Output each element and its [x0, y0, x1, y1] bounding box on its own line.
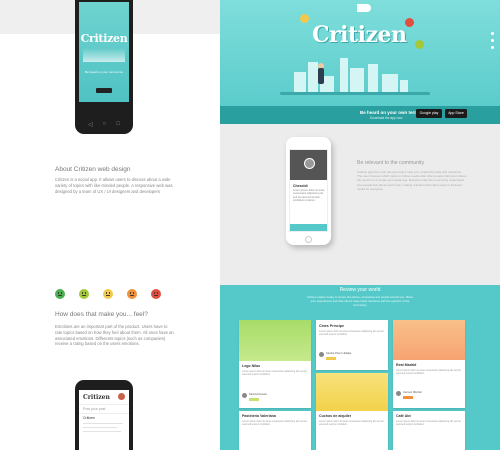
city-illustration — [83, 48, 125, 62]
building — [350, 68, 364, 94]
card-text: Lorem ipsum dolor sit amet consectetur a… — [319, 330, 384, 337]
text-line — [83, 431, 121, 432]
hero-logo: Critizen — [312, 22, 407, 48]
avatar — [242, 393, 247, 398]
balloon-icon — [415, 40, 424, 49]
card-text: Lorem ipsum dolor sit amet consectetur a… — [396, 369, 461, 376]
person-illustration — [318, 68, 324, 84]
slide-dot[interactable] — [491, 46, 494, 49]
iphone-mockup: Chezoldi Lorem ipsum dolor sit amet, con… — [286, 137, 331, 245]
profile-name: Chezoldi — [293, 184, 308, 188]
emotion-tag — [326, 357, 336, 360]
left-column: Critizen Be heard on your own terms ◁ ○ … — [0, 0, 220, 450]
review-card[interactable]: Real Madrid Lorem ipsum dolor sit amet c… — [393, 320, 465, 408]
slide-dot[interactable] — [491, 32, 494, 35]
card-title: Café Abt — [396, 414, 411, 418]
card-title: Pastelería Valeriana — [242, 414, 276, 418]
divider — [79, 413, 129, 414]
angry-face-icon — [151, 289, 161, 299]
city-skyline — [290, 56, 410, 94]
relevant-text: Critizen gets the most relevant topics n… — [357, 170, 467, 191]
card-title: Cines Príncipe — [319, 324, 344, 328]
app-logo: Critizen — [83, 394, 110, 401]
hero-section: Critizen Be heard on your own terms Down… — [220, 0, 500, 124]
card-image — [393, 320, 465, 360]
avatar[interactable] — [118, 393, 125, 400]
google-play-button[interactable]: Google play — [416, 109, 442, 118]
avatar — [319, 352, 324, 357]
building — [340, 58, 348, 94]
home-button-icon — [305, 236, 312, 243]
card-user: Sandra Pérez Hidalgo — [326, 352, 352, 355]
profile-text: Lorem ipsum dolor sit amet, consectetur … — [293, 189, 326, 202]
ground-line — [280, 92, 430, 95]
right-column: Critizen Be heard on your own terms Down… — [220, 0, 500, 450]
neutral-face-icon — [103, 289, 113, 299]
bottom-bar — [290, 224, 327, 231]
tagline: Be heard on your own terms — [85, 70, 123, 74]
field-label: Critizen — [83, 416, 95, 420]
back-icon[interactable]: ◁ — [88, 121, 93, 128]
avatar — [304, 158, 315, 169]
building — [382, 74, 398, 94]
megaphone-icon — [357, 4, 371, 12]
review-text: Critizen makes it easy to review the pla… — [306, 295, 414, 307]
card-text: Lorem ipsum dolor sit amet consectetur a… — [319, 420, 384, 427]
phone-mockup-post: Critizen Post your post Critizen — [75, 380, 133, 450]
text-line — [83, 423, 123, 424]
card-image — [239, 320, 311, 361]
building — [368, 64, 378, 94]
card-title: Lego Nilas — [242, 364, 261, 368]
download-bar-title: Be heard on your own terms — [360, 110, 421, 115]
emotion-tag — [249, 398, 259, 401]
review-card[interactable]: Pastelería Valeriana Lorem ipsum dolor s… — [239, 411, 311, 450]
relevant-title: Be relevant to the community — [357, 160, 425, 166]
phone-screen: Critizen Be heard on your own terms — [79, 2, 129, 102]
phone-screen: Chezoldi Lorem ipsum dolor sit amet, con… — [289, 149, 328, 232]
card-text: Lorem ipsum dolor sit amet consectetur a… — [242, 420, 307, 427]
phone-mockup-home: Critizen Be heard on your own terms ◁ ○ … — [75, 0, 133, 134]
relevant-section — [220, 124, 500, 285]
card-text: Lorem ipsum dolor sit amet consectetur a… — [396, 420, 461, 427]
happy-face-icon — [79, 289, 89, 299]
sad-face-icon — [127, 289, 137, 299]
google-play-badge[interactable] — [96, 88, 112, 93]
divider — [79, 404, 129, 405]
post-input[interactable]: Post your post — [83, 407, 105, 411]
slide-dot[interactable] — [491, 39, 494, 42]
card-user: Santina Pereira — [249, 393, 267, 396]
review-title: Review your world — [339, 287, 381, 293]
about-title: About Critizen web design — [55, 166, 131, 173]
portfolio-page: Critizen Be heard on your own terms ◁ ○ … — [0, 0, 500, 450]
review-card[interactable]: Café Abt Lorem ipsum dolor sit amet cons… — [393, 411, 465, 450]
emotion-tag — [403, 396, 413, 399]
balloon-icon — [300, 14, 309, 23]
recent-apps-icon[interactable]: □ — [116, 121, 120, 128]
emotion-faces — [55, 289, 161, 299]
card-image — [316, 373, 388, 411]
review-card[interactable]: Lego Nilas Lorem ipsum dolor sit amet co… — [239, 320, 311, 408]
home-icon[interactable]: ○ — [103, 121, 107, 128]
very-happy-face-icon — [55, 289, 65, 299]
phone-screen: Critizen Post your post Critizen — [79, 390, 129, 450]
review-card[interactable]: Cines Príncipe Lorem ipsum dolor sit ame… — [316, 320, 388, 370]
emotions-title: How does that make you... feel? — [55, 311, 148, 318]
card-title: Cuchos de alquiler — [319, 414, 352, 418]
building — [308, 62, 318, 94]
review-card[interactable]: Cuchos de alquiler Lorem ipsum dolor sit… — [316, 373, 388, 450]
card-user: Carmen Mitchell — [403, 391, 422, 394]
text-line — [83, 427, 117, 428]
app-store-button[interactable]: App Store — [445, 109, 467, 118]
card-text: Lorem ipsum dolor sit amet consectetur a… — [242, 370, 307, 377]
about-text: Critizen is a social app. It allows user… — [55, 177, 173, 194]
phone-nav-bar: ◁ ○ □ — [75, 121, 133, 128]
avatar — [396, 391, 401, 396]
emotions-text: Emotions are an important part of the pr… — [55, 324, 174, 347]
app-logo: Critizen — [80, 32, 128, 45]
card-title: Real Madrid — [396, 363, 417, 367]
building — [294, 72, 306, 94]
slide-dots[interactable] — [491, 32, 494, 49]
download-bar-subtitle: Download the app now — [370, 116, 403, 120]
